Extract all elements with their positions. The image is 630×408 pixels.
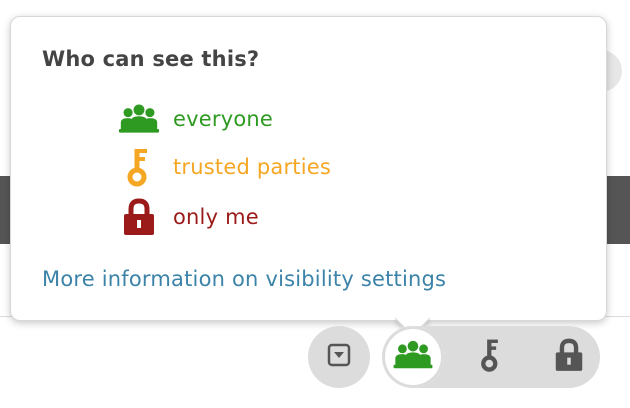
visibility-info-link[interactable]: More information on visibility settings: [42, 267, 446, 291]
dropdown-button[interactable]: [308, 326, 370, 388]
visibility-trusted-button[interactable]: [460, 326, 522, 388]
visibility-popover: Who can see this? everyone trusted parti…: [10, 16, 607, 321]
option-label-only-me: only me: [173, 205, 259, 229]
visibility-option-only-me[interactable]: only me: [119, 197, 259, 237]
group-icon: [119, 99, 159, 139]
visibility-everyone-button[interactable]: [382, 326, 444, 388]
visibility-option-trusted[interactable]: trusted parties: [119, 147, 331, 187]
visibility-only-me-button[interactable]: [538, 326, 600, 388]
key-icon: [479, 337, 503, 377]
key-icon: [119, 147, 159, 187]
group-icon: [393, 340, 433, 374]
visibility-segmented-control: [382, 326, 600, 388]
background-dark-strip-right: [606, 176, 630, 244]
dropdown-arrow-icon: [327, 343, 351, 371]
option-label-everyone: everyone: [173, 107, 274, 131]
option-label-trusted: trusted parties: [173, 155, 332, 179]
lock-icon: [554, 338, 584, 376]
visibility-option-everyone[interactable]: everyone: [119, 99, 273, 139]
visibility-toolbar: [308, 326, 600, 388]
stage: Who can see this? everyone trusted parti…: [0, 0, 630, 408]
lock-icon: [119, 197, 159, 237]
popover-title: Who can see this?: [42, 47, 260, 71]
